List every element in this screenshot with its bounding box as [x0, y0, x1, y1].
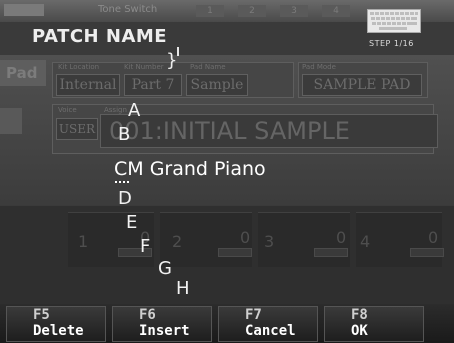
background-tab-2: 2: [238, 5, 266, 17]
current-patch-name[interactable]: CM Grand Piano: [114, 158, 266, 180]
background-group-label: Pad Mode: [302, 63, 336, 71]
f5-delete-button[interactable]: F5 Delete: [6, 306, 106, 342]
background-group-label: Kit Location: [58, 63, 100, 71]
function-key-label: Cancel: [245, 323, 296, 339]
function-key-label: OK: [351, 323, 368, 339]
background-slot-number: 3: [264, 232, 275, 251]
char-option-a[interactable]: A: [128, 100, 140, 121]
background-tab-3: 3: [280, 5, 308, 17]
background-slot-number: 2: [172, 232, 183, 251]
background-slot-number: 1: [78, 232, 89, 251]
background-title: Tone Switch: [98, 4, 158, 15]
background-box-user: USER: [56, 118, 98, 140]
char-option-d[interactable]: D: [118, 188, 132, 209]
background-side-tab: [0, 108, 22, 134]
background-group-label: Voice: [58, 106, 77, 114]
patch-name-dialog: Tone Switch 1 2 3 4 Pad Kit Location Kit…: [0, 0, 454, 343]
char-option-g[interactable]: G: [158, 258, 172, 279]
char-option-b[interactable]: B: [118, 124, 130, 145]
background-tab-4: 4: [322, 5, 350, 17]
function-key-number: F6: [139, 307, 156, 323]
keyboard-icon[interactable]: [367, 9, 421, 33]
function-key-number: F8: [351, 307, 368, 323]
background-slot-number: 4: [360, 232, 371, 251]
background-box-pad-mode: SAMPLE PAD: [302, 74, 422, 96]
background-group-label: Pad Name: [190, 63, 226, 71]
background-slot-value: 0: [240, 228, 251, 247]
function-key-label: Delete: [33, 323, 84, 339]
char-option-h[interactable]: H: [176, 278, 190, 299]
background-patch-box: 001:INITIAL SAMPLE: [100, 114, 438, 148]
f6-insert-button[interactable]: F6 Insert: [112, 306, 212, 342]
background-slot-bar: [218, 248, 252, 257]
char-option-e[interactable]: E: [126, 212, 137, 233]
dialog-title: PATCH NAME: [32, 26, 168, 47]
function-key-label: Insert: [139, 323, 190, 339]
char-option-f[interactable]: F: [140, 236, 150, 257]
background-slot-value: 0: [336, 228, 347, 247]
f8-ok-button[interactable]: F8 OK: [324, 306, 424, 342]
background-side-label: Pad: [0, 60, 46, 86]
function-key-number: F5: [33, 307, 50, 323]
cursor-brace: }: [166, 50, 178, 71]
background-box-part: Part 7: [124, 74, 182, 96]
background-group-label: Kit Number: [124, 63, 164, 71]
background-tab-1: 1: [196, 5, 224, 17]
background-slot-bar: [410, 248, 444, 257]
f7-cancel-button[interactable]: F7 Cancel: [218, 306, 318, 342]
step-indicator: STEP 1/16: [369, 39, 414, 48]
background-box-location: Internal: [56, 74, 120, 96]
background-box-sample: Sample: [186, 74, 248, 96]
background-slot-value: 0: [428, 228, 439, 247]
background-group-label: Assign: [104, 106, 127, 114]
background-logo: [4, 4, 44, 16]
character-cursor: [115, 181, 129, 183]
function-key-number: F7: [245, 307, 262, 323]
background-slot-bar: [314, 248, 348, 257]
